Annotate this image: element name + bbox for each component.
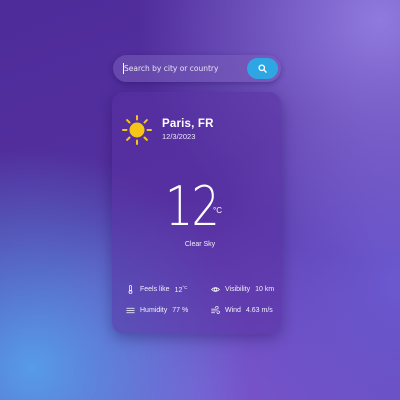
sun-icon [122,115,152,145]
humidity-icon [126,307,135,314]
visibility: Visibility 10 km [211,285,274,294]
search-input[interactable] [113,55,247,82]
temperature-value: 12 [165,175,220,238]
feels-like-value: 12°C [174,285,188,294]
text-cursor [123,63,124,74]
eye-icon [211,287,220,292]
visibility-label: Visibility [225,286,251,293]
wind-icon [211,306,220,314]
wind-value: 4.63 m/s [245,307,273,314]
weather-condition: Clear Sky [184,241,216,248]
date: 12/3/2023 [162,132,196,141]
search-icon [258,64,267,73]
thermometer-icon [128,285,133,294]
wind-label: Wind [225,307,241,314]
visibility-value: 10 km [255,286,275,293]
humidity-label: Humidity [140,307,168,314]
search-bar [113,55,281,82]
temperature-unit: °C [213,206,222,215]
feels-like-unit: °C [182,285,188,290]
city-name: Paris, FR [162,118,214,130]
search-button[interactable] [247,58,278,79]
humidity: Humidity 77 % [126,306,188,315]
humidity-value: 77 % [172,307,189,314]
wind: Wind 4.63 m/s [211,306,273,315]
feels-like-label: Feels like [140,286,170,293]
feels-like: Feels like 12°C [126,285,187,294]
